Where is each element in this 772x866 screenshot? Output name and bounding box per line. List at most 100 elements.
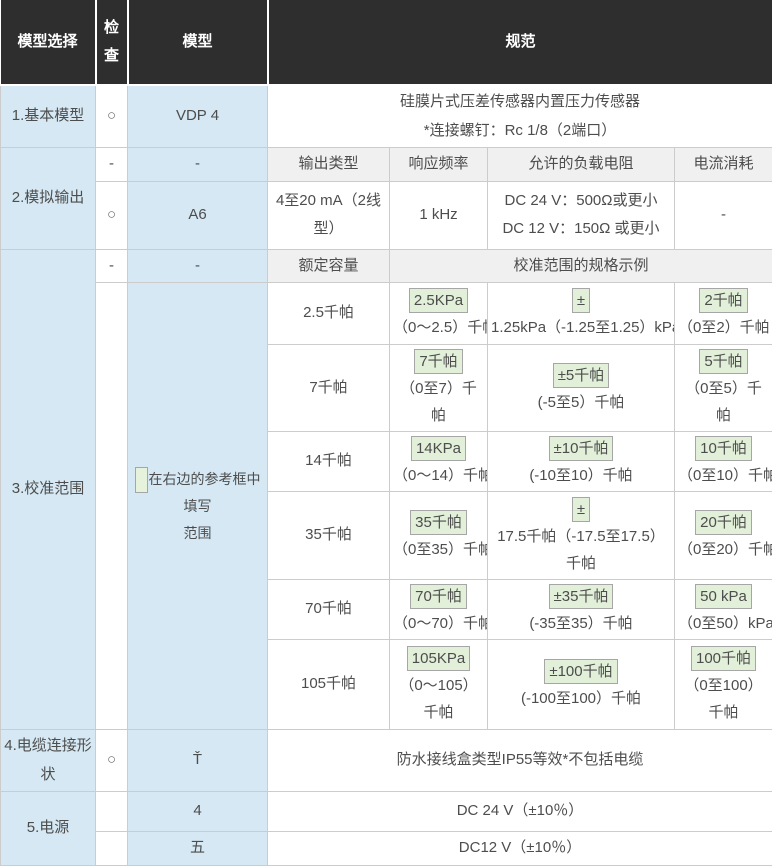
range-text: （0至10）千帕 — [678, 462, 769, 489]
range-text: （0至100）千帕 — [678, 672, 769, 726]
range-example-cell: 14KPa （0～14）千帕 — [390, 432, 488, 492]
range-example-cell: ±35千帕 (-35至35）千帕 — [488, 580, 675, 640]
power-supply-spec-12v: DC12 V（±10％） — [268, 832, 772, 866]
load-resistance-line1: DC 24 V：500Ω或更小 — [491, 187, 671, 216]
range-text: （0～14）千帕 — [393, 462, 484, 489]
range-badge[interactable]: ±100千帕 — [544, 659, 617, 684]
range-text: 1.25kPa（-1.25至1.25）kPa — [491, 314, 671, 341]
power-supply-code-24v: 4 — [128, 792, 268, 832]
analog-output-subheader-check: - — [96, 148, 128, 182]
subheader-load-resistance: 允许的负载电阻 — [488, 148, 675, 182]
range-text: (-35至35）千帕 — [491, 610, 671, 637]
range-example-cell: 10千帕 （0至10）千帕 — [675, 432, 772, 492]
range-badge[interactable]: ± — [572, 497, 590, 522]
range-text: （0至5）千帕 — [678, 375, 769, 429]
analog-output-subheader-row: 2.模拟输出 - - 输出类型 响应频率 允许的负载电阻 电流消耗 — [1, 148, 772, 182]
power-supply-label: 5.电源 — [1, 792, 96, 866]
calibration-subheader-row: 3.校准范围 - - 额定容量 校准范围的规格示例 — [1, 249, 772, 283]
power-supply-check-12v[interactable] — [96, 832, 128, 866]
power-supply-check-24v[interactable] — [96, 792, 128, 832]
range-badge[interactable]: 2.5KPa — [409, 288, 468, 313]
range-badge[interactable]: ± — [572, 288, 590, 313]
range-input-box[interactable] — [135, 467, 148, 493]
rated-capacity-cell: 70千帕 — [268, 580, 390, 640]
rated-capacity-cell: 35千帕 — [268, 492, 390, 580]
range-text: 17.5千帕（-17.5至17.5）千帕 — [491, 523, 671, 577]
basic-model-label: 1.基本模型 — [1, 85, 96, 148]
range-text: (-100至100）千帕 — [491, 685, 671, 712]
rated-capacity-cell: 105千帕 — [268, 640, 390, 730]
subheader-current-consumption: 电流消耗 — [675, 148, 772, 182]
range-badge[interactable]: 2千帕 — [699, 288, 747, 313]
load-resistance-value: DC 24 V：500Ω或更小 DC 12 V：150Ω 或更小 — [488, 181, 675, 249]
check-circle-icon[interactable]: ○ — [107, 107, 116, 124]
basic-model-spec-line1: 硅膜片式压差传感器内置压力传感器 — [271, 88, 769, 117]
range-text: （0～70）千帕 — [393, 610, 484, 637]
range-text: （0至20）千帕 — [678, 536, 769, 563]
subheader-rated-capacity: 额定容量 — [268, 249, 390, 283]
range-badge[interactable]: 5千帕 — [699, 349, 747, 374]
header-check: 检查 — [96, 0, 128, 85]
check-circle-icon[interactable]: ○ — [107, 206, 116, 223]
range-text: （0至50）kPa — [678, 610, 769, 637]
range-badge[interactable]: 35千帕 — [410, 510, 467, 535]
load-resistance-line2: DC 12 V：150Ω 或更小 — [491, 215, 671, 244]
range-badge[interactable]: ±10千帕 — [549, 436, 614, 461]
range-example-cell: 50 kPa （0至50）kPa — [675, 580, 772, 640]
check-circle-icon[interactable]: ○ — [107, 751, 116, 768]
range-text: (-10至10）千帕 — [491, 462, 671, 489]
calibration-subheader-check: - — [96, 249, 128, 283]
range-badge[interactable]: ±5千帕 — [553, 363, 610, 388]
range-badge[interactable]: 50 kPa — [695, 584, 752, 609]
range-example-cell: ±5千帕 (-5至5）千帕 — [488, 345, 675, 432]
calibration-subheader-model: - — [128, 249, 268, 283]
range-example-cell: 100千帕 （0至100）千帕 — [675, 640, 772, 730]
header-specification: 规范 — [268, 0, 772, 85]
range-badge[interactable]: 20千帕 — [695, 510, 752, 535]
range-example-cell: 35千帕 （0至35）千帕 — [390, 492, 488, 580]
model-note-line1: 在右边的参考框中填写 — [149, 471, 261, 514]
range-text: (-5至5）千帕 — [491, 389, 671, 416]
range-badge[interactable]: 7千帕 — [414, 349, 462, 374]
calibration-model-note: 在右边的参考框中填写 范围 — [128, 283, 268, 730]
range-text: （0至7）千帕 — [393, 375, 484, 429]
range-badge[interactable]: 10千帕 — [695, 436, 752, 461]
cable-connection-label: 4.电缆连接形状 — [1, 730, 96, 792]
basic-model-spec: 硅膜片式压差传感器内置压力传感器 *连接螺钉：Rc 1/8（2端口） — [268, 85, 772, 148]
power-supply-row-12v: 五 DC12 V（±10％） — [1, 832, 772, 866]
range-badge[interactable]: 14KPa — [411, 436, 466, 461]
cable-connection-check[interactable]: ○ — [96, 730, 128, 792]
range-example-cell: 105KPa （0～105）千帕 — [390, 640, 488, 730]
response-freq-value: 1 kHz — [390, 181, 488, 249]
model-selection-table: 模型选择 检查 模型 规范 1.基本模型 ○ VDP 4 硅膜片式压差传感器内置… — [0, 0, 772, 866]
range-example-cell: ±10千帕 (-10至10）千帕 — [488, 432, 675, 492]
range-text: （0～105）千帕 — [393, 672, 484, 726]
range-example-cell: ±100千帕 (-100至100）千帕 — [488, 640, 675, 730]
range-badge[interactable]: ±35千帕 — [549, 584, 614, 609]
range-example-cell: 7千帕 （0至7）千帕 — [390, 345, 488, 432]
current-consumption-value: - — [675, 181, 772, 249]
rated-capacity-cell: 14千帕 — [268, 432, 390, 492]
range-example-cell: 2千帕 （0至2）千帕 — [675, 283, 772, 345]
basic-model-code: VDP 4 — [128, 85, 268, 148]
header-model: 模型 — [128, 0, 268, 85]
range-example-cell: 2.5KPa （0～2.5）千帕 — [390, 283, 488, 345]
basic-model-spec-line2: *连接螺钉：Rc 1/8（2端口） — [271, 117, 769, 146]
analog-output-check[interactable]: ○ — [96, 181, 128, 249]
basic-model-check[interactable]: ○ — [96, 85, 128, 148]
range-example-cell: ± 1.25kPa（-1.25至1.25）kPa — [488, 283, 675, 345]
subheader-output-type: 输出类型 — [268, 148, 390, 182]
range-badge[interactable]: 105KPa — [407, 646, 470, 671]
rated-capacity-cell: 2.5千帕 — [268, 283, 390, 345]
range-text: （0～2.5）千帕 — [393, 314, 484, 341]
range-text: （0至35）千帕 — [393, 536, 484, 563]
power-supply-spec-24v: DC 24 V（±10％） — [268, 792, 772, 832]
range-example-cell: 20千帕 （0至20）千帕 — [675, 492, 772, 580]
calibration-check-cell[interactable] — [96, 283, 128, 730]
range-badge[interactable]: 70千帕 — [410, 584, 467, 609]
cable-connection-row: 4.电缆连接形状 ○ Ť 防水接线盒类型IP55等效*不包括电缆 — [1, 730, 772, 792]
cable-connection-code: Ť — [128, 730, 268, 792]
analog-output-code: A6 — [128, 181, 268, 249]
range-badge[interactable]: 100千帕 — [691, 646, 756, 671]
calibration-row-2-5kpa: 在右边的参考框中填写 范围 2.5千帕 2.5KPa （0～2.5）千帕 ± 1… — [1, 283, 772, 345]
